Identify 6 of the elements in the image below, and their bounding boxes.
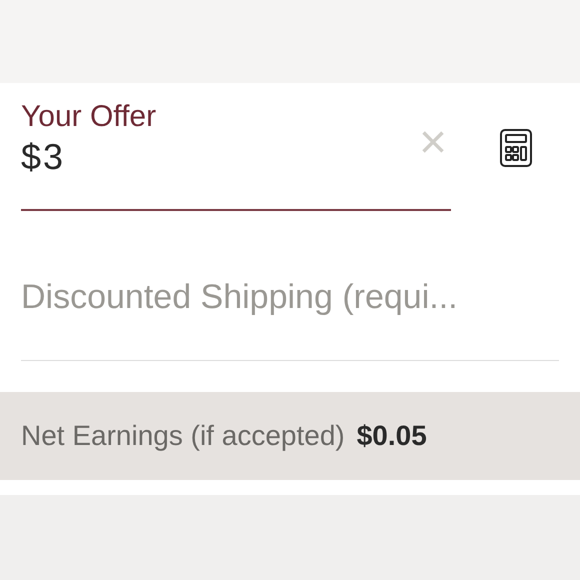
net-earnings-amount: $0.05 bbox=[356, 419, 427, 453]
shipping-field[interactable]: Discounted Shipping (requi... bbox=[21, 272, 559, 323]
calculator-icon[interactable] bbox=[500, 129, 532, 167]
offer-value[interactable]: $3 bbox=[21, 135, 66, 179]
net-earnings-label: Net Earnings (if accepted) bbox=[21, 419, 345, 453]
field-label: Your Offer bbox=[21, 99, 156, 135]
